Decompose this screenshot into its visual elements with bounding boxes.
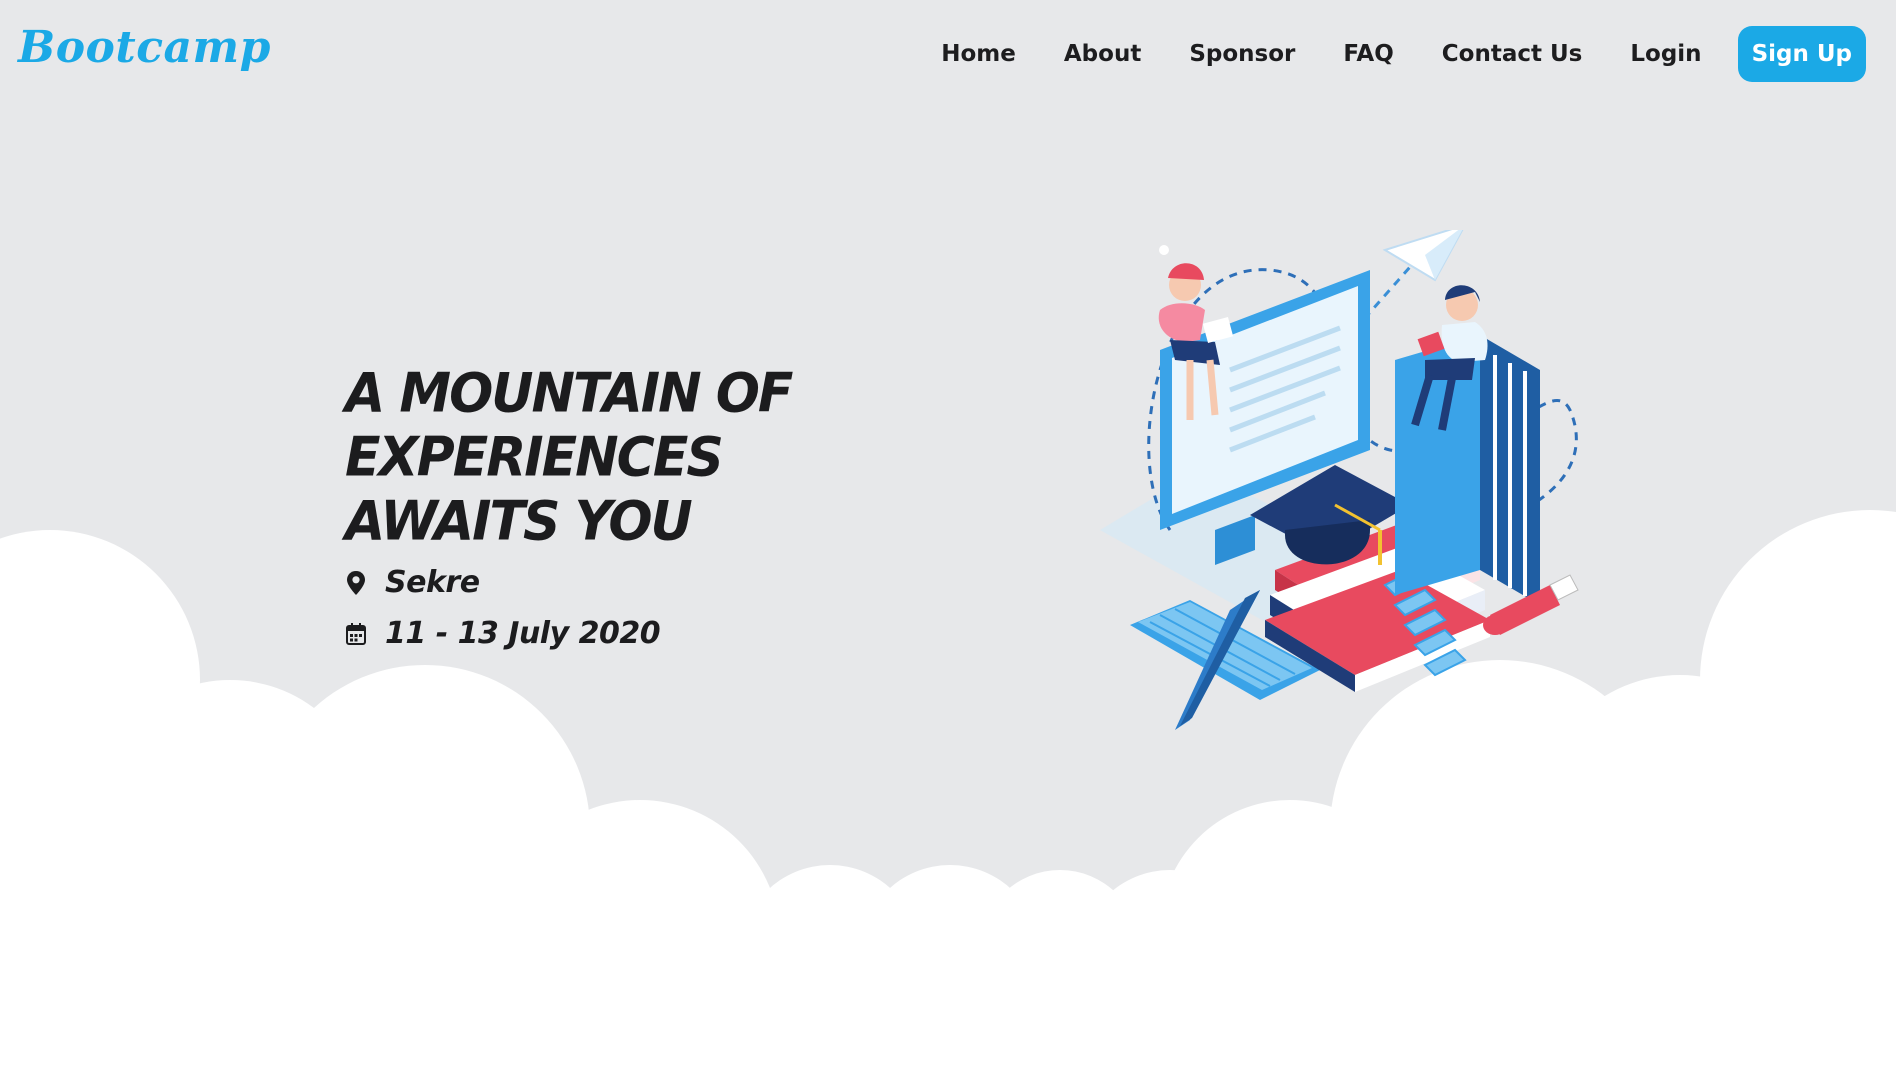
- education-illustration: [1100, 230, 1579, 730]
- nav-links: Home About Sponsor FAQ Contact Us Login …: [941, 26, 1866, 82]
- brand-logo[interactable]: Bootcamp: [18, 22, 271, 73]
- nav-contact-link[interactable]: Contact Us: [1442, 41, 1583, 67]
- signup-button[interactable]: Sign Up: [1737, 26, 1866, 82]
- hero-headline-line1: A Mountain of: [345, 362, 793, 425]
- nav-about-link[interactable]: About: [1064, 41, 1141, 67]
- nav-sponsor-link[interactable]: Sponsor: [1189, 41, 1295, 67]
- event-location-text: Sekre: [385, 565, 480, 600]
- nav-login-link[interactable]: Login: [1630, 41, 1701, 67]
- hero-headline-line2: Experiences Awaits You: [345, 426, 724, 554]
- landing-page: Bootcamp Home About Sponsor FAQ Contact …: [0, 0, 1896, 1079]
- hero-text: A Mountain of Experiences Awaits You Sek…: [345, 362, 925, 651]
- navbar: Bootcamp Home About Sponsor FAQ Contact …: [0, 0, 1896, 110]
- nav-faq-link[interactable]: FAQ: [1343, 41, 1393, 67]
- event-date-text: 11 - 13 July 2020: [385, 616, 661, 651]
- cloud-background: [0, 510, 1896, 1079]
- event-location: Sekre: [345, 565, 925, 600]
- event-date: 11 - 13 July 2020: [345, 616, 925, 651]
- map-pin-icon: [345, 570, 367, 596]
- calendar-icon: [345, 621, 367, 647]
- hero-headline: A Mountain of Experiences Awaits You: [345, 362, 925, 554]
- nav-home-link[interactable]: Home: [941, 41, 1016, 67]
